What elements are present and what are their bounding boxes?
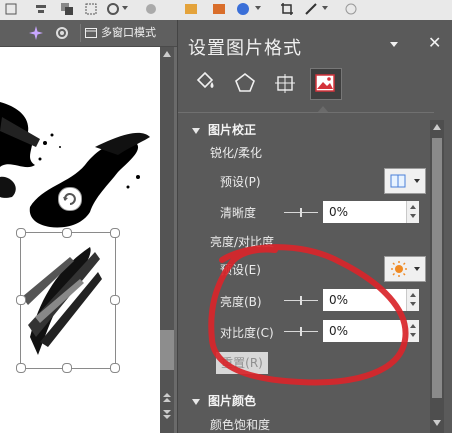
red-annotation-circle: [208, 244, 409, 386]
